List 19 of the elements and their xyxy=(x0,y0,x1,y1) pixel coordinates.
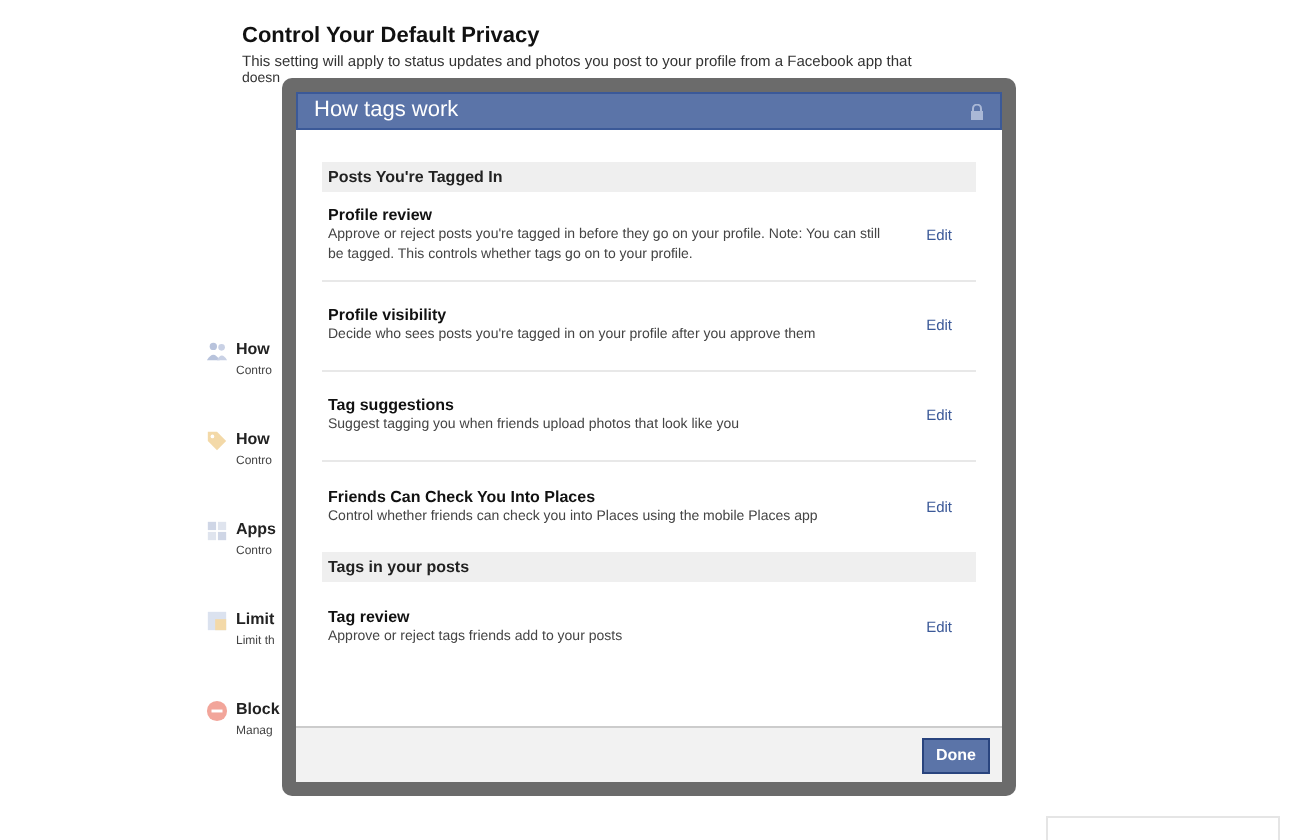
setting-title: Block xyxy=(236,698,280,722)
setting-title: Tag suggestions xyxy=(328,396,456,416)
block-icon xyxy=(206,700,228,722)
setting-title: How xyxy=(236,428,272,452)
setting-title: How xyxy=(236,338,272,362)
setting-title: Apps xyxy=(236,518,276,542)
setting-title: Limit xyxy=(236,608,275,632)
tag-icon xyxy=(206,430,228,452)
section-header: Posts You're Tagged In xyxy=(322,162,976,192)
done-button[interactable]: Done xyxy=(922,737,990,773)
section-header: Tags in your posts xyxy=(322,552,976,582)
dialog-title: How tags work xyxy=(314,98,459,124)
people-icon xyxy=(206,340,228,362)
setting-title: Tag review xyxy=(328,607,412,627)
section-heading: Control Your Default Privacy xyxy=(242,22,542,50)
puzzle-icon xyxy=(206,520,228,542)
setting-title: Profile visibility xyxy=(328,306,449,326)
setting-title: Profile review xyxy=(328,206,435,226)
setting-title: Friends Can Check You Into Places xyxy=(328,487,598,507)
